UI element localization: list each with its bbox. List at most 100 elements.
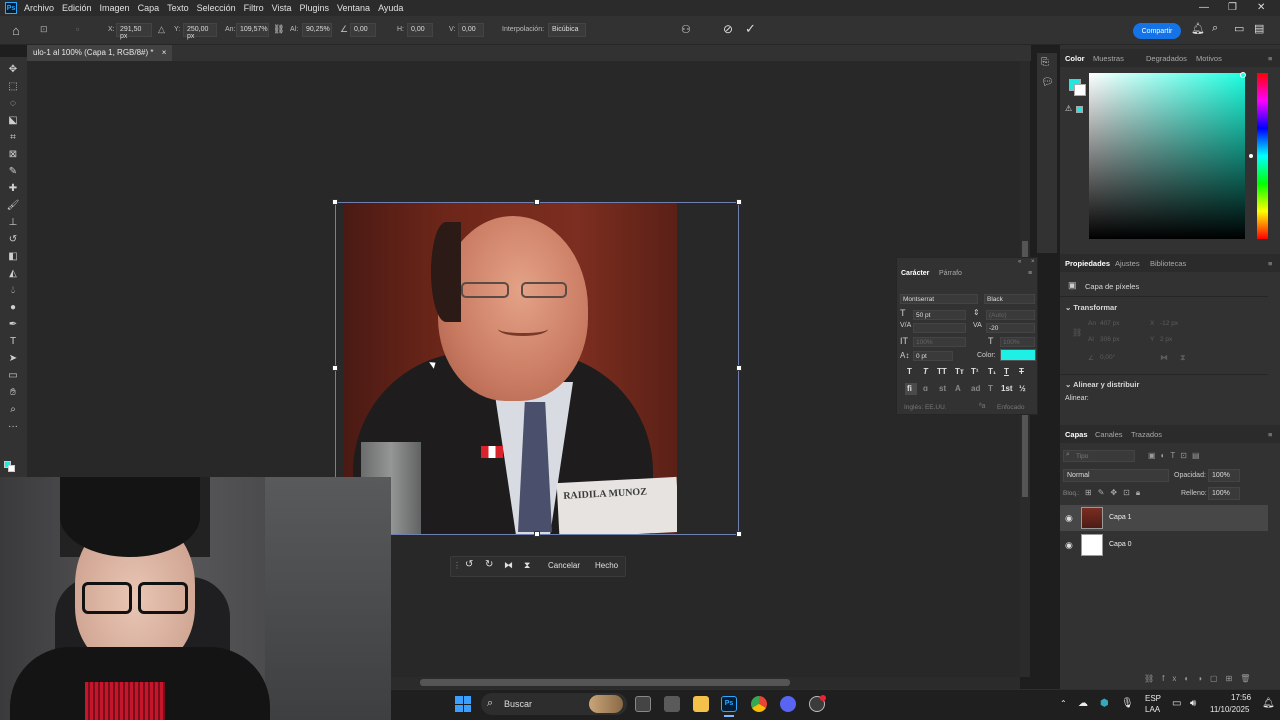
titling-button[interactable]: T (988, 384, 993, 393)
transform-handle-bottom-right[interactable] (736, 531, 742, 537)
layer-name[interactable]: Capa 1 (1109, 514, 1132, 521)
tab-ajustes[interactable]: Ajustes (1115, 259, 1140, 268)
flip-vertical-icon[interactable]: ⧗ (524, 560, 530, 571)
link-icon[interactable]: ⛓ (273, 24, 284, 35)
small-caps-button[interactable]: Tт (955, 367, 964, 376)
ordinals-button[interactable]: 1st (1001, 384, 1013, 393)
healing-brush-icon[interactable]: ✚ (5, 182, 21, 196)
menu-filtro[interactable]: Filtro (244, 3, 264, 13)
superscript-button[interactable]: T¹ (971, 367, 979, 376)
font-size-field[interactable]: 50 pt (913, 310, 966, 320)
visibility-eye-icon[interactable]: ◉ (1065, 540, 1073, 551)
search-icon[interactable]: ⌕ (1212, 22, 1218, 35)
path-selection-icon[interactable]: ➤ (5, 352, 21, 366)
task-view-icon[interactable] (635, 696, 651, 712)
tab-canales[interactable]: Canales (1095, 430, 1123, 439)
comments-panel-icon[interactable]: 💬︎ (1041, 77, 1054, 88)
opacity-field[interactable]: 100% (1208, 469, 1240, 482)
transform-handle-top[interactable] (534, 199, 540, 205)
dodge-tool-icon[interactable]: ● (5, 301, 21, 315)
vertical-scale-field[interactable]: 100% (913, 337, 966, 347)
strikethrough-button[interactable]: T (1019, 367, 1024, 376)
menu-edicion[interactable]: Edición (62, 3, 92, 13)
baseline-shift-field[interactable]: 0 pt (913, 351, 953, 361)
hue-slider[interactable] (1257, 73, 1268, 239)
layer-row-capa-0[interactable]: ◉ Capa 0 (1060, 532, 1268, 558)
font-style-select[interactable]: Black (984, 294, 1035, 304)
color-picker-marker[interactable] (1240, 72, 1246, 78)
language-bottom[interactable]: LAA (1145, 705, 1160, 714)
transform-handle-right[interactable] (736, 365, 742, 371)
ligatures-button[interactable]: ﬁ (907, 384, 912, 393)
underline-button[interactable]: T (1004, 367, 1009, 376)
restore-icon[interactable]: ❐ (1228, 2, 1237, 13)
text-color-swatch[interactable] (1000, 349, 1036, 361)
flip-horizontal-icon[interactable]: ⧓ (504, 560, 513, 571)
background-swatch[interactable] (8, 465, 15, 472)
tab-muestras[interactable]: Muestras (1093, 54, 1124, 63)
zoom-tool-icon[interactable]: ⌕ (5, 403, 21, 417)
hskew-field[interactable]: 0,00 (407, 23, 433, 37)
menu-capa[interactable]: Capa (138, 3, 160, 13)
interpolation-select[interactable]: Bicúbica (548, 23, 586, 37)
share-button[interactable]: Compartir (1133, 23, 1181, 39)
menu-plugins[interactable]: Plugins (300, 3, 330, 13)
history-panel-icon[interactable]: ⎘ (1041, 57, 1049, 68)
prop-angle-value[interactable]: 0,00° (1100, 354, 1115, 361)
warp-icon[interactable]: ⚇ (681, 23, 691, 36)
minimize-icon[interactable]: — (1199, 2, 1209, 13)
onedrive-icon[interactable]: ☁ (1078, 698, 1088, 709)
microphone-icon[interactable]: 🎙︎ (1121, 698, 1134, 709)
rotate-left-icon[interactable]: ↺ (465, 559, 473, 570)
blur-tool-icon[interactable]: 💧︎ (5, 284, 21, 298)
notification-center-icon[interactable]: 🔔︎ (1262, 698, 1275, 709)
rotate-right-icon[interactable]: ↻ (485, 559, 493, 570)
history-brush-icon[interactable]: ↺ (5, 233, 21, 247)
prop-width-value[interactable]: 407 px (1100, 320, 1120, 327)
tab-capas[interactable]: Capas (1065, 430, 1088, 439)
menu-imagen[interactable]: Imagen (100, 3, 130, 13)
tab-propiedades[interactable]: Propiedades (1065, 259, 1110, 268)
eyedropper-tool-icon[interactable]: ✎ (5, 165, 21, 179)
panel-menu-icon[interactable]: ≡ (1268, 259, 1272, 268)
menu-vista[interactable]: Vista (272, 3, 292, 13)
defender-icon[interactable]: ⬢ (1100, 698, 1109, 709)
tab-motivos[interactable]: Motivos (1196, 54, 1222, 63)
marquee-tool-icon[interactable]: ⬚ (5, 80, 21, 94)
color-background-swatch[interactable] (1074, 84, 1086, 96)
chrome-icon[interactable] (751, 696, 767, 712)
transform-section-label[interactable]: ⌄ Transformar (1065, 303, 1117, 312)
gradient-tool-icon[interactable]: ◭ (5, 267, 21, 281)
tab-degradados[interactable]: Degradados (1146, 54, 1187, 63)
prop-link-icon[interactable]: ⛓ (1072, 328, 1082, 337)
font-family-select[interactable]: Montserrat (900, 294, 978, 304)
more-tools-icon[interactable]: ··· (5, 420, 21, 434)
close-panel-icon[interactable]: × (1031, 259, 1035, 265)
tracking-field[interactable]: -20 (986, 323, 1035, 333)
discord-icon[interactable] (780, 696, 796, 712)
tray-expand-icon[interactable]: ⌃ (1060, 699, 1067, 708)
notifications-icon[interactable]: 🔔︎ (1191, 22, 1205, 35)
done-button[interactable]: Hecho (595, 561, 618, 570)
horizontal-scale-field[interactable]: 100% (1000, 337, 1035, 347)
blend-mode-select[interactable]: Normal (1063, 469, 1169, 482)
type-tool-icon[interactable]: T (5, 335, 21, 349)
x-field[interactable]: 291,50 px (116, 23, 152, 40)
reference-point-icon[interactable]: ▫ (76, 24, 79, 34)
layer-name[interactable]: Capa 0 (1109, 541, 1132, 548)
prop-y-value[interactable]: 2 px (1160, 336, 1172, 343)
layer-filter-input[interactable]: Tipo (1063, 450, 1135, 462)
old-style-button[interactable]: ɑ (923, 384, 928, 393)
fill-field[interactable]: 100% (1208, 487, 1240, 500)
object-selection-tool-icon[interactable]: ⬕ (5, 114, 21, 128)
windows-start-icon[interactable] (455, 696, 471, 712)
clone-stamp-icon[interactable]: ⊥ (5, 216, 21, 230)
language-select[interactable]: Inglés: EE.UU. (904, 404, 947, 411)
menu-ventana[interactable]: Ventana (337, 3, 370, 13)
close-tab-icon[interactable]: × (162, 48, 167, 57)
all-caps-button[interactable]: TT (937, 367, 947, 376)
menu-seleccion[interactable]: Selección (197, 3, 236, 13)
discretionary-button[interactable]: ad (971, 384, 980, 393)
panel-menu-icon[interactable]: ≡ (1268, 430, 1272, 439)
commit-transform-icon[interactable]: ✓ (745, 21, 756, 37)
